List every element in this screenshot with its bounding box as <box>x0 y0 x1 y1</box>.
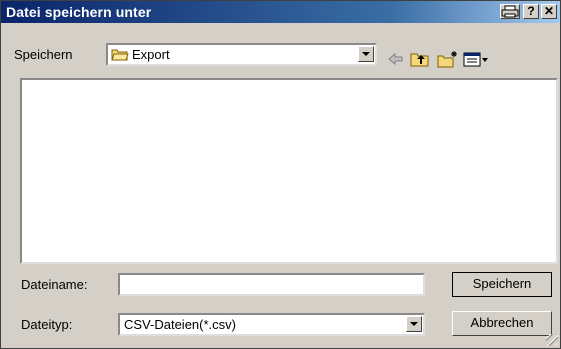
location-label: Speichern <box>14 47 73 62</box>
up-folder-icon[interactable] <box>410 50 430 68</box>
window-title: Datei speichern unter <box>6 4 152 20</box>
save-dialog: Datei speichern unter ? ✕ Speichern Expo… <box>0 0 561 349</box>
filename-label: Dateiname: <box>21 277 88 292</box>
resize-grip[interactable] <box>546 334 558 346</box>
filetype-value: CSV-Dateien(*.csv) <box>124 317 236 332</box>
view-menu-icon[interactable] <box>463 50 489 68</box>
filetype-select[interactable]: CSV-Dateien(*.csv) <box>118 313 425 336</box>
filetype-dropdown-arrow[interactable] <box>406 316 422 332</box>
location-combo[interactable]: Export <box>106 43 377 66</box>
file-list[interactable] <box>20 78 558 264</box>
title-bar: Datei speichern unter ? ✕ <box>1 1 560 23</box>
location-value: Export <box>132 47 170 62</box>
folder-icon <box>111 47 129 65</box>
back-arrow-icon[interactable] <box>386 50 404 68</box>
help-button[interactable]: ? <box>523 4 539 19</box>
filename-input[interactable] <box>118 273 425 296</box>
cancel-button[interactable]: Abbrechen <box>452 311 552 336</box>
close-button[interactable]: ✕ <box>541 4 557 19</box>
print-icon[interactable] <box>500 4 520 19</box>
location-dropdown-arrow[interactable] <box>358 46 374 62</box>
filetype-label: Dateityp: <box>21 317 73 332</box>
new-folder-icon[interactable] <box>437 50 459 68</box>
save-button[interactable]: Speichern <box>452 272 552 297</box>
